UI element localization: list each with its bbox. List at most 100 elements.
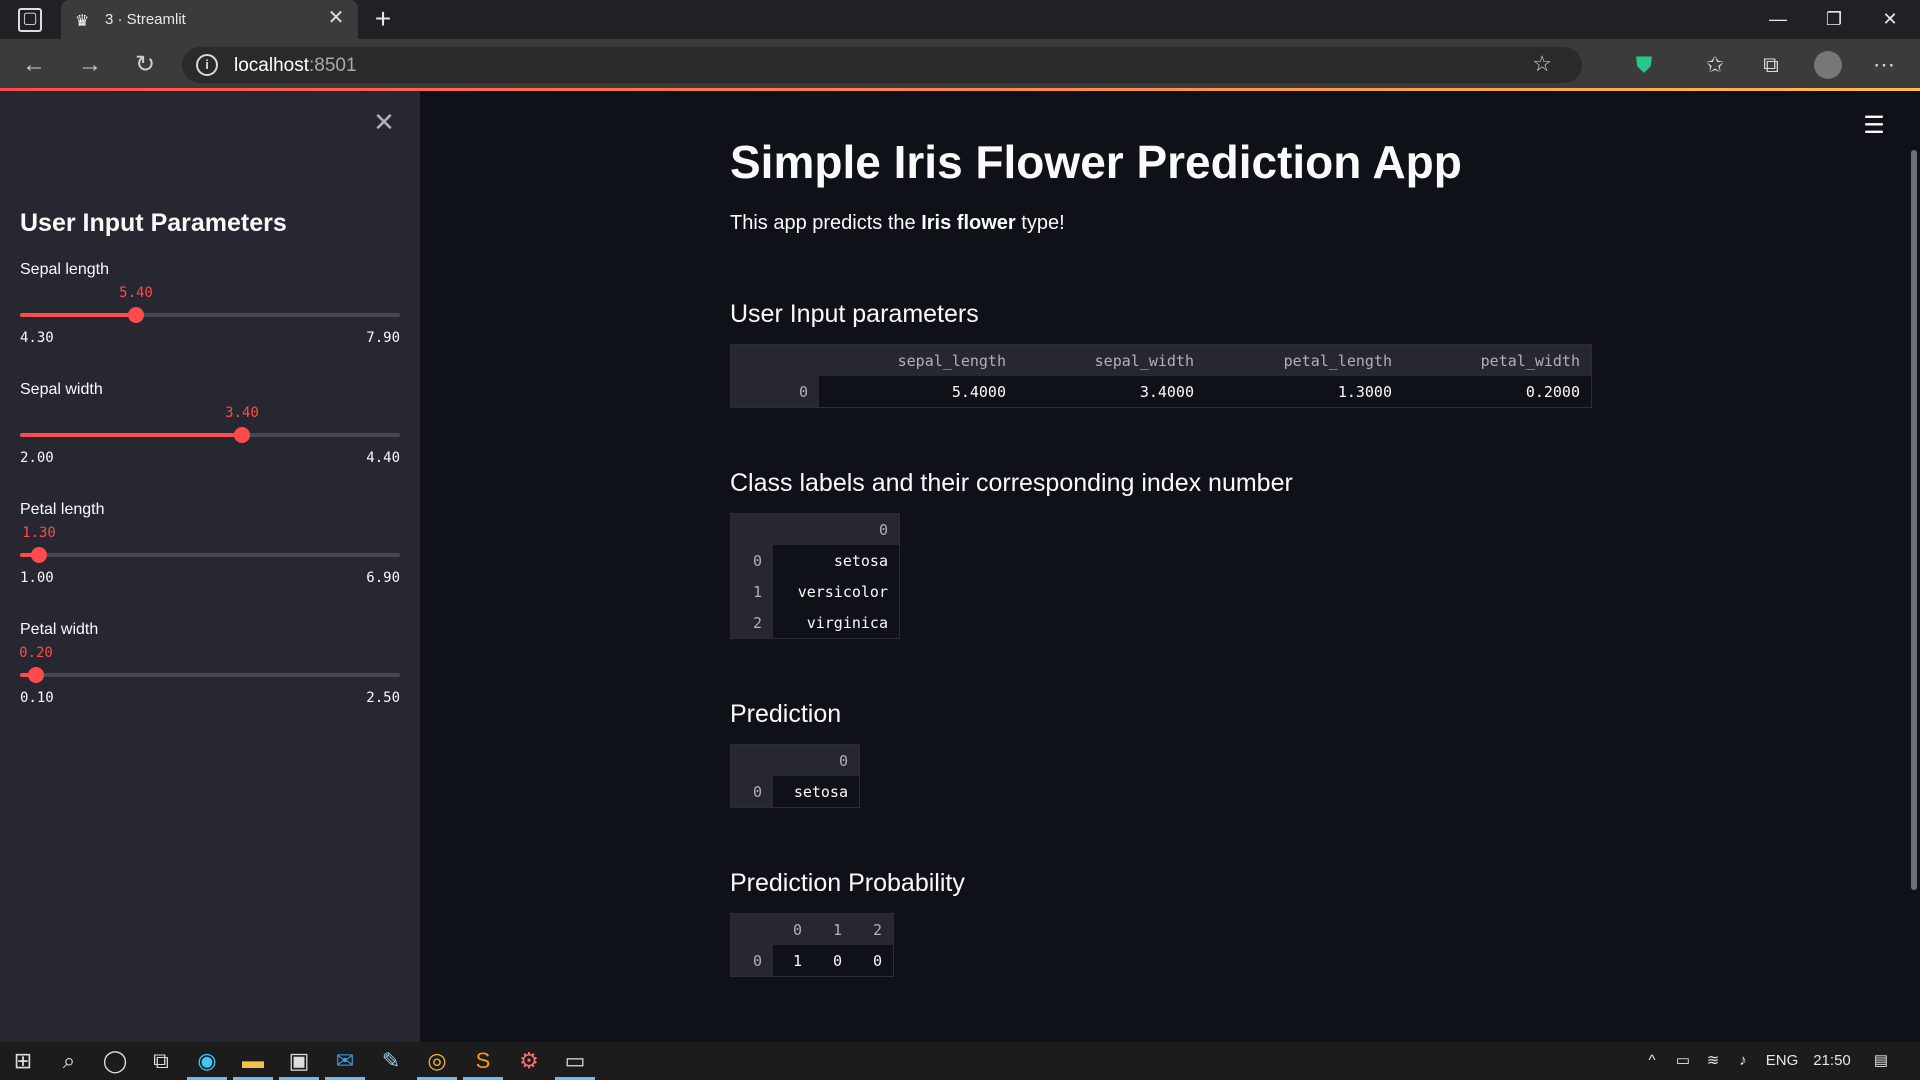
slider-thumb[interactable] [128, 307, 144, 323]
class-labels-table: 0 0 setosa 1 versicolor 2 virginica [730, 513, 900, 639]
search-icon[interactable]: ⌕ [46, 1042, 92, 1080]
close-window-button[interactable]: ✕ [1862, 0, 1918, 39]
tab-actions-icon[interactable]: ▢ [18, 8, 42, 32]
slider-sepal-width[interactable]: Sepal width 3.40 2.00 4.40 [20, 381, 400, 481]
row-index: 0 [730, 776, 773, 808]
battery-icon[interactable]: ▭ [1670, 1042, 1696, 1080]
table-cell: 1.3000 [1205, 376, 1403, 408]
slider-label: Sepal length [20, 261, 109, 278]
settings-app-icon[interactable]: ⚙ [506, 1042, 552, 1080]
slider-value: 1.30 [22, 525, 56, 541]
slider-value: 5.40 [119, 285, 153, 301]
slider-thumb[interactable] [31, 547, 47, 563]
edge-browser-icon[interactable]: ◉ [184, 1042, 230, 1080]
slider-min: 0.10 [20, 690, 54, 706]
forward-button[interactable]: → [74, 49, 106, 81]
minimize-button[interactable]: — [1750, 0, 1806, 39]
site-info-icon[interactable]: i [196, 54, 218, 76]
task-view-icon[interactable]: ⧉ [138, 1042, 184, 1080]
store-icon[interactable]: ▣ [276, 1042, 322, 1080]
language-indicator[interactable]: ENG [1762, 1042, 1802, 1080]
index-header [730, 744, 773, 776]
page-title: Simple Iris Flower Prediction App [730, 136, 1462, 188]
table-row: 2 virginica [730, 607, 900, 639]
index-header [730, 913, 773, 945]
slider-sepal-length[interactable]: Sepal length 5.40 4.30 7.90 [20, 261, 400, 361]
restore-button[interactable]: ❐ [1806, 0, 1862, 39]
slider-petal-width[interactable]: Petal width 0.20 0.10 2.50 [19, 621, 400, 721]
column-header: sepal_length [819, 344, 1017, 376]
slider-track[interactable] [20, 673, 400, 677]
favorites-icon[interactable]: ✩ [1698, 49, 1732, 81]
section-class-labels: Class labels and their corresponding ind… [730, 469, 1293, 497]
page-scrollbar[interactable] [1911, 150, 1917, 890]
table-cell: setosa [773, 776, 860, 808]
input-params-table: sepal_length sepal_width petal_length pe… [730, 344, 1592, 408]
row-index: 2 [730, 607, 773, 639]
clock[interactable]: 21:50 [1806, 1042, 1858, 1080]
slider-thumb[interactable] [234, 427, 250, 443]
mail-icon[interactable]: ✉ [322, 1042, 368, 1080]
terminal-icon[interactable]: ▭ [552, 1042, 598, 1080]
url-text: localhost:8501 [234, 55, 357, 76]
new-tab-button[interactable]: + [368, 4, 398, 34]
address-bar[interactable]: i localhost:8501 ☆ [182, 47, 1582, 83]
show-hidden-icons[interactable]: ^ [1640, 1042, 1664, 1080]
slider-label: Sepal width [20, 381, 103, 398]
row-index: 0 [730, 376, 819, 408]
more-options-icon[interactable]: ⋯ [1867, 49, 1901, 81]
volume-icon[interactable]: ♪ [1730, 1042, 1756, 1080]
column-header: sepal_width [1017, 344, 1205, 376]
main-menu-icon[interactable]: ☰ [1862, 114, 1886, 138]
table-header-row: sepal_length sepal_width petal_length pe… [730, 344, 1592, 376]
row-index: 0 [730, 545, 773, 576]
browser-tab-bar: ▢ ♛ 3 · Streamlit ✕ + — ❐ ✕ [0, 0, 1920, 39]
browser-tab[interactable]: ♛ 3 · Streamlit ✕ [61, 0, 358, 39]
wifi-icon[interactable]: ≋ [1700, 1042, 1726, 1080]
sidebar-title: User Input Parameters [20, 209, 287, 237]
slider-min: 4.30 [20, 330, 54, 346]
table-row: 0 5.4000 3.4000 1.3000 0.2000 [730, 376, 1592, 408]
column-header: 1 [813, 913, 853, 945]
streamlit-favicon-icon: ♛ [75, 13, 90, 30]
profile-avatar[interactable] [1814, 51, 1842, 79]
table-header-row: 0 [730, 513, 900, 545]
column-header: 0 [773, 513, 900, 545]
sublime-text-icon[interactable]: S [460, 1042, 506, 1080]
refresh-button[interactable]: ↻ [129, 49, 161, 81]
sidebar: ✕ User Input Parameters Sepal length 5.4… [0, 91, 420, 1042]
column-header: 0 [773, 744, 860, 776]
windows-start-icon[interactable]: ⊞ [0, 1042, 46, 1080]
table-header-row: 0 1 2 [730, 913, 894, 945]
notifications-icon[interactable]: ▤ [1866, 1042, 1896, 1080]
slider-max: 2.50 [366, 690, 400, 706]
back-button[interactable]: ← [18, 49, 50, 81]
section-prediction: Prediction [730, 700, 842, 728]
close-sidebar-icon[interactable]: ✕ [372, 109, 396, 135]
slider-max: 7.90 [366, 330, 400, 346]
collections-icon[interactable]: ⧉ [1754, 49, 1788, 81]
slider-petal-length[interactable]: Petal length 1.30 1.00 6.90 [20, 501, 400, 601]
prediction-table: 0 0 setosa [730, 744, 860, 808]
table-cell: 1 [773, 945, 813, 977]
file-explorer-icon[interactable]: ▬ [230, 1042, 276, 1080]
close-tab-icon[interactable]: ✕ [324, 6, 348, 30]
column-header: 2 [853, 913, 894, 945]
add-favorite-icon[interactable]: ☆ [1532, 51, 1552, 77]
cortana-icon[interactable]: ◯ [92, 1042, 138, 1080]
tab-title: 3 · Streamlit [105, 11, 186, 28]
index-header [730, 344, 819, 376]
shield-extension-icon[interactable]: ⛊ [1627, 49, 1661, 81]
slider-track[interactable] [20, 553, 400, 557]
column-header: 0 [773, 913, 813, 945]
chrome-icon[interactable]: ◎ [414, 1042, 460, 1080]
table-cell: virginica [773, 607, 900, 639]
browser-toolbar: ← → ↻ i localhost:8501 ☆ ⛊ ✩ ⧉ ⋯ [0, 39, 1920, 89]
column-header: petal_length [1205, 344, 1403, 376]
table-row: 0 setosa [730, 545, 900, 576]
slider-fill [20, 433, 242, 437]
slider-thumb[interactable] [28, 667, 44, 683]
table-cell: versicolor [773, 576, 900, 607]
column-header: petal_width [1403, 344, 1592, 376]
pen-app-icon[interactable]: ✎ [368, 1042, 414, 1080]
